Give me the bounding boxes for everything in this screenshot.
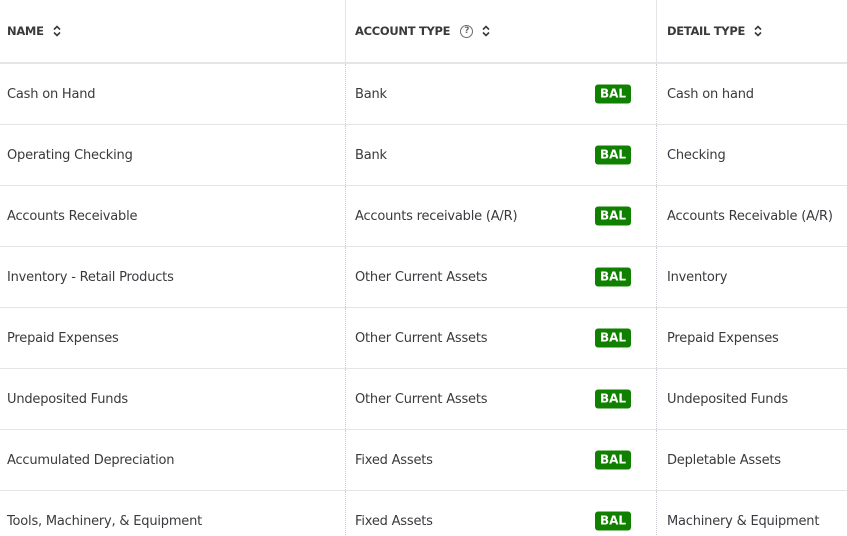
balance-badge: BAL xyxy=(595,145,632,165)
table-row[interactable]: Accounts Receivable Accounts receivable … xyxy=(0,186,847,247)
account-name[interactable]: Operating Checking xyxy=(0,125,345,185)
account-name[interactable]: Undeposited Funds xyxy=(0,369,345,429)
account-name[interactable]: Accounts Receivable xyxy=(0,186,345,246)
detail-type: Undeposited Funds xyxy=(656,369,847,429)
account-type-cell: Bank BAL xyxy=(345,125,656,185)
table-row[interactable]: Accumulated Depreciation Fixed Assets BAL… xyxy=(0,430,847,491)
column-header-name[interactable]: NAME xyxy=(0,0,345,62)
account-type-cell: Fixed Assets BAL xyxy=(345,430,656,490)
account-type: Bank xyxy=(355,147,387,163)
balance-badge: BAL xyxy=(595,450,632,470)
account-type-cell: Fixed Assets BAL xyxy=(345,491,656,536)
account-type: Bank xyxy=(355,86,387,102)
account-type: Other Current Assets xyxy=(355,269,488,285)
detail-type: Cash on hand xyxy=(656,64,847,124)
detail-type: Depletable Assets xyxy=(656,430,847,490)
table-row[interactable]: Tools, Machinery, & Equipment Fixed Asse… xyxy=(0,491,847,536)
account-name[interactable]: Prepaid Expenses xyxy=(0,308,345,368)
account-name[interactable]: Cash on Hand xyxy=(0,64,345,124)
column-header-name-label: NAME xyxy=(7,24,44,38)
sort-icon[interactable] xyxy=(753,24,763,38)
chart-of-accounts-table: NAME ACCOUNT TYPE ? DETAIL TYPE Cash on … xyxy=(0,0,847,536)
account-type-cell: Bank BAL xyxy=(345,64,656,124)
balance-badge: BAL xyxy=(595,328,632,348)
balance-badge: BAL xyxy=(595,84,632,104)
detail-type: Machinery & Equipment xyxy=(656,491,847,536)
balance-badge: BAL xyxy=(595,267,632,287)
column-header-account-type-label: ACCOUNT TYPE xyxy=(355,24,451,38)
account-name[interactable]: Tools, Machinery, & Equipment xyxy=(0,491,345,536)
balance-badge: BAL xyxy=(595,206,632,226)
detail-type: Checking xyxy=(656,125,847,185)
column-header-detail-type[interactable]: DETAIL TYPE xyxy=(656,0,847,62)
account-type: Other Current Assets xyxy=(355,391,488,407)
table-row[interactable]: Cash on Hand Bank BAL Cash on hand xyxy=(0,64,847,125)
detail-type: Inventory xyxy=(656,247,847,307)
table-row[interactable]: Prepaid Expenses Other Current Assets BAL… xyxy=(0,308,847,369)
account-type-cell: Other Current Assets BAL xyxy=(345,369,656,429)
account-name[interactable]: Inventory - Retail Products xyxy=(0,247,345,307)
account-type-cell: Accounts receivable (A/R) BAL xyxy=(345,186,656,246)
detail-type: Prepaid Expenses xyxy=(656,308,847,368)
table-header: NAME ACCOUNT TYPE ? DETAIL TYPE xyxy=(0,0,847,64)
account-type: Fixed Assets xyxy=(355,452,433,468)
balance-badge: BAL xyxy=(595,389,632,409)
column-header-account-type[interactable]: ACCOUNT TYPE ? xyxy=(345,0,656,62)
account-type: Accounts receivable (A/R) xyxy=(355,208,518,224)
balance-badge: BAL xyxy=(595,511,632,531)
account-type-cell: Other Current Assets BAL xyxy=(345,308,656,368)
table-row[interactable]: Undeposited Funds Other Current Assets BA… xyxy=(0,369,847,430)
account-name[interactable]: Accumulated Depreciation xyxy=(0,430,345,490)
column-header-detail-type-label: DETAIL TYPE xyxy=(667,24,746,38)
sort-icon[interactable] xyxy=(52,24,62,38)
account-type: Other Current Assets xyxy=(355,330,488,346)
account-type: Fixed Assets xyxy=(355,513,433,529)
table-row[interactable]: Operating Checking Bank BAL Checking xyxy=(0,125,847,186)
sort-icon[interactable] xyxy=(481,24,491,38)
table-row[interactable]: Inventory - Retail Products Other Curren… xyxy=(0,247,847,308)
help-circle-icon[interactable]: ? xyxy=(460,24,474,38)
account-type-cell: Other Current Assets BAL xyxy=(345,247,656,307)
detail-type: Accounts Receivable (A/R) xyxy=(656,186,847,246)
